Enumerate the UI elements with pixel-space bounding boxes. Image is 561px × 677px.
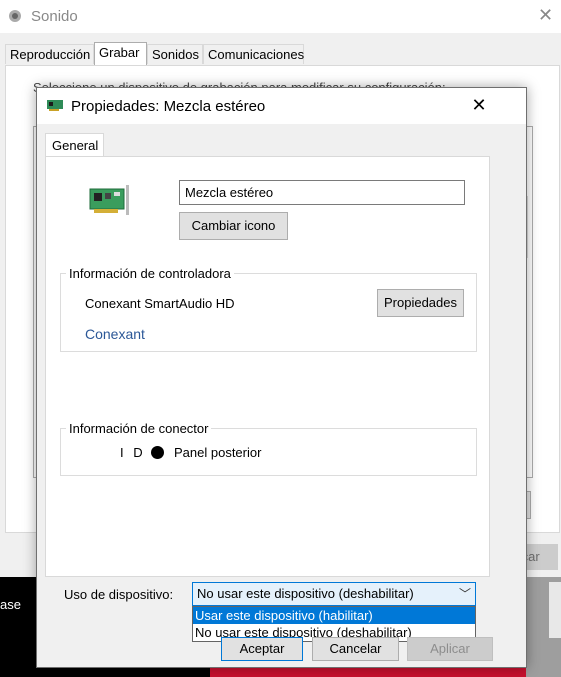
sound-card-icon [89, 185, 129, 215]
background-light-area [549, 582, 561, 638]
tab-comunicaciones[interactable]: Comunicaciones [203, 44, 304, 64]
sound-window-title: Sonido [31, 8, 78, 25]
dialog-close-icon[interactable]: ✕ [468, 94, 490, 116]
controller-name: Conexant SmartAudio HD [85, 296, 235, 311]
sound-card-small-icon [47, 100, 63, 111]
usage-option-enable[interactable]: Usar este dispositivo (habilitar) [193, 607, 475, 624]
connector-location: Panel posterior [174, 445, 262, 460]
tab-general[interactable]: General [45, 133, 104, 157]
device-usage-select[interactable]: No usar este dispositivo (deshabilitar) [192, 582, 476, 606]
chevron-down-icon[interactable]: ﹀ [459, 585, 471, 602]
dialog-title: Propiedades: Mezcla estéreo [71, 98, 266, 115]
device-name-input[interactable] [179, 180, 465, 205]
connector-id: I D [120, 445, 146, 460]
speaker-app-icon [9, 10, 21, 22]
controller-info-label: Información de controladora [66, 266, 234, 281]
apply-button[interactable]: Aplicar [407, 637, 493, 661]
connector-info-label: Información de conector [66, 421, 212, 436]
background-text: ase [0, 597, 21, 612]
sound-window-titlebar [0, 0, 561, 33]
controller-vendor-link[interactable]: Conexant [85, 326, 145, 342]
device-usage-label: Uso de dispositivo: [64, 587, 174, 602]
change-icon-button[interactable]: Cambiar icono [179, 212, 288, 240]
controller-properties-button[interactable]: Propiedades [377, 289, 464, 317]
tab-reproduccion[interactable]: Reproducción [5, 44, 94, 64]
cancel-button[interactable]: Cancelar [312, 637, 399, 661]
tab-grabar[interactable]: Grabar [94, 42, 147, 66]
sound-window-close-icon[interactable]: ✕ [538, 5, 553, 26]
tab-sonidos[interactable]: Sonidos [147, 44, 203, 64]
jack-color-dot-icon [151, 446, 164, 459]
ok-button[interactable]: Aceptar [221, 637, 303, 661]
